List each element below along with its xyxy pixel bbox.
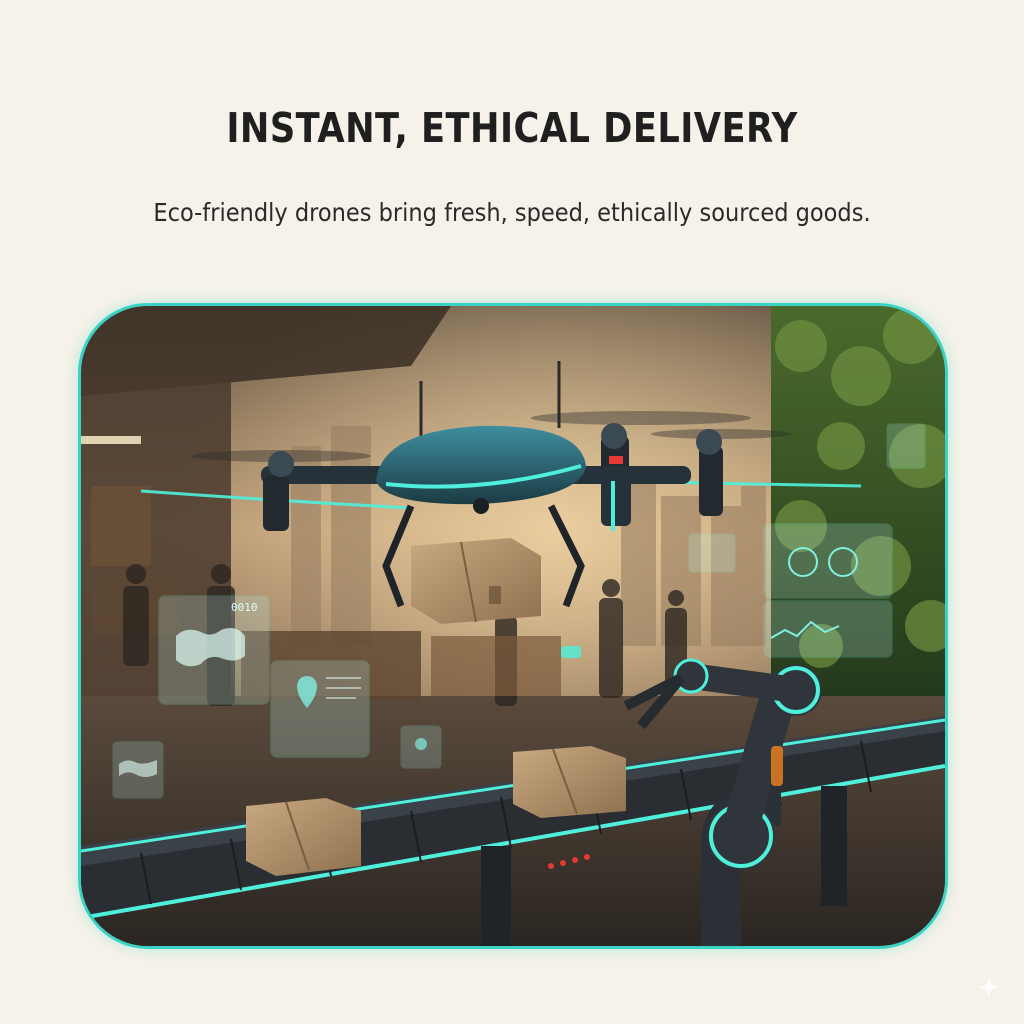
hero-illustration: 0010 [81,306,945,946]
hud-indicator-light [561,646,581,658]
carried-package [411,538,541,624]
map-panel-code: 0010 [231,601,258,614]
hud-location-panel [270,660,370,758]
hud-analytics-panel [763,523,893,658]
hud-pin-panel [400,725,442,769]
hud-thumbnail-panel [688,533,736,573]
promo-page: INSTANT, ETHICAL DELIVERY Eco-friendly d… [0,0,1024,1024]
hud-world-icon-panel [886,423,926,469]
hero-image-frame: 0010 [78,303,948,949]
belt-package-left [246,798,361,876]
belt-package-right [513,746,626,818]
sparkle-icon [978,976,1000,998]
hud-map-panel: 0010 [158,595,270,705]
hud-small-map-panel [112,741,164,799]
page-title: INSTANT, ETHICAL DELIVERY [226,104,798,152]
page-subtitle: Eco-friendly drones bring fresh, speed, … [153,198,871,227]
